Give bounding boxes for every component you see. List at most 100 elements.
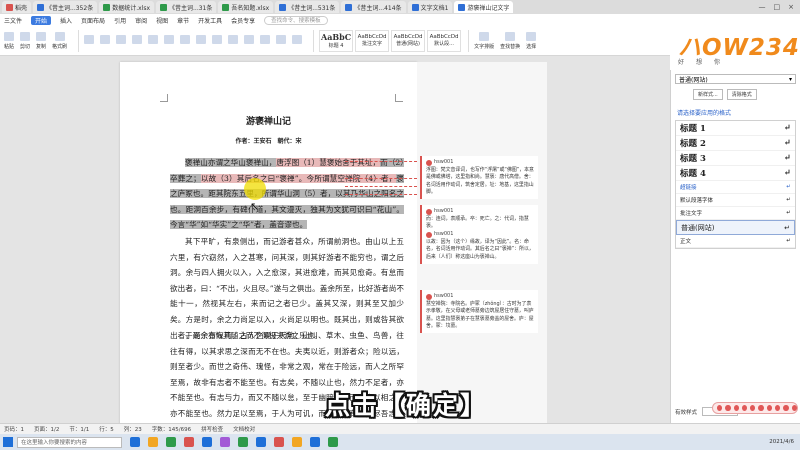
style-list-item[interactable]: 超链接 ↵ xyxy=(676,181,795,194)
menu-item[interactable]: 开始 xyxy=(31,15,52,25)
document-title[interactable]: 游褒禅山记 xyxy=(120,114,417,127)
status-item[interactable]: 页码：1 xyxy=(4,425,24,433)
ribbon-button[interactable]: 查找替换 xyxy=(500,31,520,50)
taskbar-app-icon[interactable] xyxy=(184,437,194,447)
taskbar-app-icon[interactable] xyxy=(328,437,338,447)
taskbar-app-icon[interactable] xyxy=(256,437,266,447)
style-preset[interactable]: AaBbCcDd 批注文字 xyxy=(355,29,390,52)
selected-text[interactable]: 褒禅山亦谓之华山褒禅山， xyxy=(185,158,277,167)
style-list-item[interactable]: 标题 3 ↵ xyxy=(676,151,795,166)
menu-item[interactable]: 会员专享 xyxy=(231,16,255,25)
menu-item[interactable]: 引用 xyxy=(114,16,126,25)
close-icon[interactable]: × xyxy=(788,3,794,11)
format-button[interactable] xyxy=(260,35,271,46)
taskbar-app-icon[interactable] xyxy=(292,437,302,447)
status-item[interactable]: 行：5 xyxy=(99,425,114,433)
style-list-item[interactable]: 标题 1 ↵ xyxy=(676,121,795,136)
tool-icon[interactable] xyxy=(783,405,789,411)
paragraph-2[interactable]: 其下平旷，有泉侧出，而记游者甚众，所谓前洞也。由山以上五六里，有穴窈然，入之甚寒… xyxy=(170,234,404,343)
format-button[interactable] xyxy=(292,35,303,46)
status-item[interactable]: 字数：145/696 xyxy=(152,425,191,433)
style-list-item[interactable]: 标题 4 ↵ xyxy=(676,166,795,181)
taskbar-app-icon[interactable] xyxy=(166,437,176,447)
new-style-button[interactable]: 新样式... xyxy=(693,89,723,100)
status-item[interactable]: 文档校对 xyxy=(233,425,255,433)
windows-start-icon[interactable] xyxy=(3,437,13,447)
taskbar-app-icon[interactable] xyxy=(238,437,248,447)
status-item[interactable]: 页面：1/2 xyxy=(34,425,59,433)
format-button[interactable] xyxy=(212,35,223,46)
taskbar-app-icon[interactable] xyxy=(310,437,320,447)
style-list-item[interactable]: 正文 ↵ xyxy=(676,235,795,248)
tool-icon[interactable] xyxy=(766,405,773,411)
ribbon-button[interactable]: 复制 xyxy=(36,31,46,50)
style-list-item[interactable]: 默认段落字体 ↵ xyxy=(676,194,795,207)
format-button[interactable] xyxy=(228,35,239,46)
format-button[interactable] xyxy=(84,35,95,46)
tool-icon[interactable] xyxy=(741,405,748,411)
menu-item[interactable]: 章节 xyxy=(177,16,189,25)
format-button[interactable] xyxy=(276,35,287,46)
menu-item[interactable]: 视图 xyxy=(156,16,168,25)
taskbar-app-icon[interactable] xyxy=(220,437,230,447)
style-list-item[interactable]: 普通(网站) ↵ xyxy=(676,220,795,235)
menu-item[interactable]: 开发工具 xyxy=(198,16,222,25)
minimize-icon[interactable]: — xyxy=(759,3,766,11)
taskbar-search-input[interactable]: 在这里输入你要搜索的内容 xyxy=(17,436,122,448)
style-list-item[interactable]: 批注文字 ↵ xyxy=(676,207,795,220)
tool-icon[interactable] xyxy=(717,405,723,411)
document-tab[interactable]: 《昔主词...352条 xyxy=(33,1,98,13)
style-preset[interactable]: AaBbCcDd 普通(网站) xyxy=(391,29,426,52)
taskbar-app-icon[interactable] xyxy=(130,437,140,447)
style-list-item[interactable]: 标题 2 ↵ xyxy=(676,136,795,151)
ribbon-button[interactable]: 剪切 xyxy=(20,31,30,50)
ribbon-button[interactable]: 选择 xyxy=(526,31,536,50)
ribbon-button[interactable]: 粘贴 xyxy=(4,31,14,50)
format-button[interactable] xyxy=(100,35,111,46)
status-item[interactable]: 列：23 xyxy=(124,425,142,433)
comment-card[interactable]: hsw001 浮图：梵文音译词，也写作“浮屠”或“佛图”，本意是佛或佛塔，这里指和… xyxy=(420,156,538,200)
format-button[interactable] xyxy=(132,35,143,46)
taskbar-app-icon[interactable] xyxy=(202,437,212,447)
format-button[interactable] xyxy=(164,35,175,46)
document-tab[interactable]: 游褒禅山记文字 xyxy=(454,1,514,13)
format-button[interactable] xyxy=(180,35,191,46)
floating-toolbar[interactable] xyxy=(712,402,798,414)
taskbar-app-icon[interactable] xyxy=(148,437,158,447)
format-button[interactable] xyxy=(148,35,159,46)
tool-icon[interactable] xyxy=(791,405,797,411)
commented-text-1[interactable]: 唐浮图（1）慧褒始舍于其址， xyxy=(276,158,381,167)
maximize-icon[interactable]: □ xyxy=(774,3,781,11)
document-workspace[interactable]: 游褒禅山记 作者：王安石 朝代：宋 褒禅山亦谓之华山褒禅山，唐浮图（1）慧褒始舍… xyxy=(0,56,670,428)
format-button[interactable] xyxy=(196,35,207,46)
tool-icon[interactable] xyxy=(758,405,764,411)
style-preset[interactable]: AaBbC 标题 4 xyxy=(319,29,354,52)
menu-item[interactable]: 页面布局 xyxy=(81,16,105,25)
format-button[interactable] xyxy=(116,35,127,46)
document-author-line[interactable]: 作者：王安石 朝代：宋 xyxy=(120,136,417,145)
menu-item[interactable]: 审阅 xyxy=(135,16,147,25)
document-tab[interactable]: 文字文档1 xyxy=(407,1,453,13)
tool-icon[interactable] xyxy=(733,405,739,411)
document-tab[interactable]: 《昔主词...531条 xyxy=(275,1,340,13)
taskbar-app-icon[interactable] xyxy=(274,437,284,447)
format-button[interactable] xyxy=(244,35,255,46)
command-search-input[interactable]: 查找命令、搜索模板 xyxy=(264,15,328,25)
document-tab[interactable]: 《昔主词...414条 xyxy=(341,1,406,13)
menu-item[interactable]: 插入 xyxy=(60,16,72,25)
status-item[interactable]: 拼写检查 xyxy=(201,425,223,433)
comment-card[interactable]: hsw001 慧空禅院：寺院名。庐冢（zhǒng）：古时为了表示孝敬，在父母或老师… xyxy=(420,290,538,334)
document-tab[interactable]: 数据统计.xlsx xyxy=(99,1,155,13)
document-tab[interactable]: 稻壳 xyxy=(2,1,32,13)
tool-icon[interactable] xyxy=(775,405,781,411)
clear-format-button[interactable]: 清除格式 xyxy=(726,89,757,100)
menu-item[interactable]: 三文件 xyxy=(4,16,22,25)
ribbon-button[interactable]: 文字排版 xyxy=(474,31,494,50)
tool-icon[interactable] xyxy=(750,405,756,411)
document-tab[interactable]: 《昔主词...31条 xyxy=(156,1,217,13)
document-tab[interactable]: 吾名知题.xlsx xyxy=(218,1,274,13)
comment-card[interactable]: hsw001 以故：因为（这个）缘故，译为“因此”。名：命名，名词活用作动词。其后… xyxy=(420,228,538,264)
style-preset[interactable]: AaBbCcDd 默认段... xyxy=(427,29,462,52)
current-style-select[interactable]: 普通(网站) ▾ xyxy=(675,74,796,84)
document-page[interactable]: 游褒禅山记 作者：王安石 朝代：宋 褒禅山亦谓之华山褒禅山，唐浮图（1）慧褒始舍… xyxy=(120,62,419,428)
